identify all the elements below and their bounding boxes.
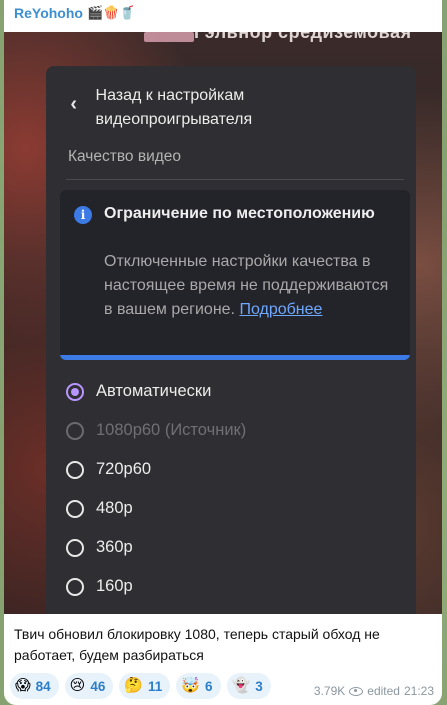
reaction-count: 84	[35, 678, 51, 694]
reaction-count: 3	[255, 678, 263, 694]
reaction-emoji: 😱	[15, 677, 31, 694]
back-to-player-settings-button[interactable]: ‹ Назад к настройкам видеопроигрывателя	[66, 84, 396, 134]
quality-option-label: Автоматически	[96, 382, 212, 400]
reaction-sad[interactable]: 😢 46	[64, 673, 114, 699]
reaction-emoji: 🤔	[124, 677, 144, 694]
sender-emojis: 🎬🍿🥤	[86, 5, 136, 20]
quality-option-480p[interactable]: 480p	[66, 489, 386, 528]
divider	[66, 179, 404, 180]
radio-button[interactable]	[66, 382, 84, 401]
media-screenshot[interactable]: Гэльнор средиземовая ‹ Назад к настройка…	[4, 32, 442, 614]
notice-body: Отключенные настройки качества в настоящ…	[104, 250, 400, 322]
reaction-count: 6	[205, 678, 213, 694]
video-overlay-shape	[144, 32, 194, 42]
notice-title: Ограничение по местоположению	[104, 205, 375, 222]
quality-options-list: Автоматически 1080p60 (Источник) 720p60 …	[66, 372, 386, 606]
quality-option-1080p60: 1080p60 (Источник)	[66, 411, 386, 450]
chevron-left-icon: ‹	[70, 92, 78, 115]
location-restriction-notice: i Ограничение по местоположению Отключен…	[60, 190, 410, 360]
radio-button	[66, 421, 84, 440]
quality-option-160p[interactable]: 160p	[66, 567, 386, 606]
reactions-bar: 😱 84 😢 46 🤔 11 🤯 6 👻 3	[10, 673, 271, 699]
quality-option-label: 360p	[96, 538, 133, 556]
eye-icon	[349, 686, 364, 696]
info-icon: i	[74, 206, 92, 224]
message-bubble: ReYohoho 🎬🍿🥤 Гэльнор средиземовая ‹ Наза…	[4, 0, 442, 705]
reaction-thinking[interactable]: 🤔 11	[119, 673, 171, 699]
reaction-emoji: 🤯	[181, 677, 200, 694]
radio-button[interactable]	[66, 538, 84, 557]
reaction-mind-blown[interactable]: 🤯 6	[176, 673, 221, 699]
reaction-scream[interactable]: 😱 84	[10, 673, 59, 699]
message-caption: Твич обновил блокировку 1080, теперь ста…	[14, 626, 380, 663]
message-time: 21:23	[403, 684, 434, 698]
radio-button[interactable]	[66, 577, 84, 596]
reaction-count: 46	[90, 678, 106, 694]
notice-accent-bar	[60, 355, 410, 360]
sender-name[interactable]: ReYohoho 🎬🍿🥤	[14, 4, 136, 22]
quality-option-360p[interactable]: 360p	[66, 528, 386, 567]
quality-option-auto[interactable]: Автоматически	[66, 372, 386, 411]
quality-option-label: 160p	[96, 577, 133, 595]
radio-button[interactable]	[66, 460, 84, 479]
quality-option-720p60[interactable]: 720p60	[66, 450, 386, 489]
radio-button[interactable]	[66, 499, 84, 518]
reaction-emoji: 😢	[69, 677, 86, 694]
reaction-ghost[interactable]: 👻 3	[226, 673, 271, 699]
reaction-emoji: 👻	[231, 677, 251, 694]
quality-option-label: 480p	[96, 499, 133, 517]
section-title: Качество видео	[68, 148, 182, 165]
edited-label: edited	[367, 684, 400, 698]
quality-settings-panel: ‹ Назад к настройкам видеопроигрывателя …	[46, 66, 416, 614]
reaction-count: 11	[148, 678, 163, 694]
quality-option-label: 1080p60 (Источник)	[96, 421, 247, 439]
video-title-text: Гэльнор средиземовая	[194, 32, 412, 42]
sender-label[interactable]: ReYohoho	[14, 5, 83, 21]
quality-option-label: 720p60	[96, 460, 152, 478]
learn-more-link[interactable]: Подробнее	[239, 301, 322, 318]
view-count: 3.79K	[313, 684, 346, 698]
message-meta: 3.79K edited 21:23	[314, 684, 434, 698]
back-label: Назад к настройкам видеопроигрывателя	[95, 87, 253, 128]
